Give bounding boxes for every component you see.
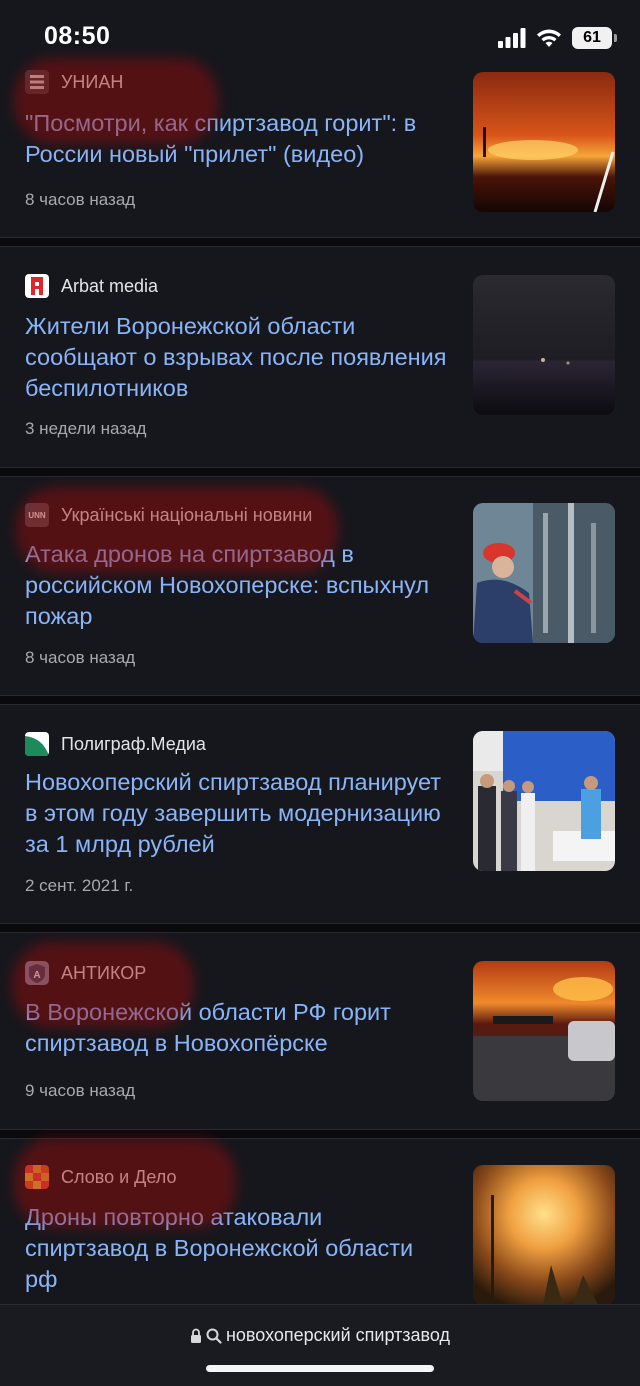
article-headline[interactable]: Дроны повторно атаковали спиртзавод в Во… — [25, 1202, 450, 1295]
status-bar: 08:50 61 — [0, 0, 640, 70]
source-row: Полиграф.Медиа — [25, 731, 206, 757]
source-name: УНИАН — [61, 71, 124, 92]
article-headline[interactable]: Жители Воронежской области сообщают о вз… — [25, 311, 450, 404]
unian-logo-icon — [25, 70, 49, 94]
battery-percent: 61 — [583, 29, 601, 46]
poligraf-logo-icon — [25, 732, 49, 756]
source-row: Arbat media — [25, 273, 158, 299]
source-row: УНИАН — [25, 69, 123, 95]
source-name: Українські національні новини — [61, 504, 313, 525]
card-divider — [0, 237, 640, 247]
status-time: 08:50 — [44, 22, 111, 50]
svg-text:A: A — [33, 970, 40, 981]
article-headline[interactable]: В Воронежской области РФ горит спиртзаво… — [25, 997, 450, 1059]
source-name: Полиграф.Медиа — [61, 733, 206, 754]
signal-bars-icon — [498, 28, 526, 48]
status-icons: 61 — [498, 26, 617, 50]
address-bar[interactable]: новохоперский спиртзавод — [0, 1304, 640, 1386]
article-time: 8 часов назад — [25, 648, 136, 667]
source-name: Слово и Дело — [61, 1166, 177, 1187]
news-card[interactable]: Полиграф.Медиа Новохоперский спиртзавод … — [0, 705, 640, 923]
news-card[interactable]: UNN Українські національні новини Атака … — [0, 477, 640, 695]
wifi-icon — [537, 29, 561, 47]
source-row: A АНТИКОР — [25, 960, 146, 986]
card-divider — [0, 467, 640, 477]
news-card[interactable]: Arbat media Жители Воронежской области с… — [0, 247, 640, 467]
card-divider — [0, 1129, 640, 1139]
svg-text:UNN: UNN — [28, 511, 46, 520]
article-time: 3 недели назад — [25, 419, 147, 438]
article-headline[interactable]: Новохоперский спиртзавод планирует в это… — [25, 767, 450, 860]
article-time: 2 сент. 2021 г. — [25, 876, 134, 895]
arbat-media-logo-icon — [25, 274, 49, 298]
source-row: UNN Українські національні новини — [25, 502, 312, 528]
source-row: Слово и Дело — [25, 1164, 176, 1190]
explosion-fire-image[interactable] — [473, 1165, 615, 1305]
factory-worker-image[interactable] — [473, 503, 615, 643]
antikor-logo-icon: A — [25, 961, 49, 985]
fire-at-night-image[interactable] — [473, 72, 615, 212]
card-divider — [0, 695, 640, 705]
lock-icon — [190, 1328, 201, 1343]
source-name: АНТИКОР — [61, 962, 147, 983]
night-sky-image[interactable] — [473, 275, 615, 415]
article-time: 8 часов назад — [25, 190, 136, 209]
slovo-i-delo-logo-icon — [25, 1165, 49, 1189]
home-indicator[interactable] — [206, 1365, 434, 1372]
article-headline[interactable]: Атака дронов на спиртзавод в российском … — [25, 539, 450, 632]
unn-logo-icon: UNN — [25, 503, 49, 527]
news-card[interactable]: Слово и Дело Дроны повторно атаковали сп… — [0, 1139, 640, 1309]
battery-indicator: 61 — [572, 27, 617, 49]
news-card[interactable]: A АНТИКОР В Воронежской области РФ горит… — [0, 933, 640, 1129]
search-icon — [206, 1328, 222, 1344]
article-time: 9 часов назад — [25, 1081, 136, 1100]
card-divider — [0, 923, 640, 933]
article-headline[interactable]: "Посмотри, как спиртзавод горит": в Росс… — [25, 108, 450, 170]
search-query[interactable]: новохоперский спиртзавод — [226, 1325, 450, 1346]
source-name: Arbat media — [61, 275, 159, 296]
address-row[interactable]: новохоперский спиртзавод — [0, 1325, 640, 1346]
people-at-plant-image[interactable] — [473, 731, 615, 871]
fire-road-image[interactable] — [473, 961, 615, 1101]
